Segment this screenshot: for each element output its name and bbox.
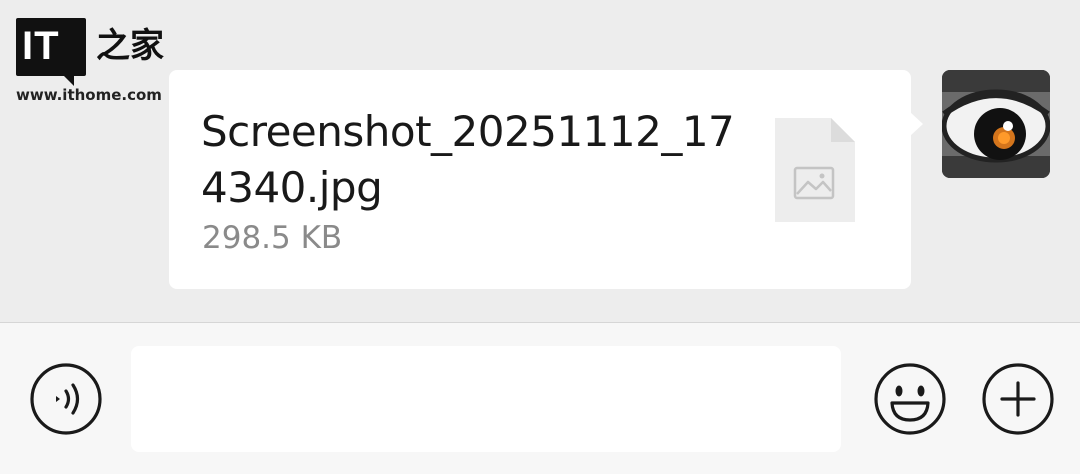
ithome-brand-text: 之家 [96, 26, 164, 66]
file-message-bubble[interactable]: Screenshot_20251112_174340.jpg 298.5 KB [169, 70, 923, 289]
plus-icon [982, 363, 1054, 435]
emoji-icon [874, 363, 946, 435]
ithome-url: www.ithome.com [16, 86, 162, 104]
more-button[interactable] [981, 362, 1055, 436]
ithome-watermark: IT 之家 www.ithome.com [16, 18, 166, 108]
voice-button[interactable] [29, 362, 103, 436]
image-file-icon [775, 118, 855, 222]
sender-avatar[interactable] [942, 70, 1050, 178]
emoji-button[interactable] [873, 362, 947, 436]
ithome-logo: IT [16, 18, 86, 86]
ithome-logo-text: IT [22, 24, 60, 68]
chat-area: IT 之家 www.ithome.com Screenshot_20251112… [0, 0, 1080, 322]
file-name: Screenshot_20251112_174340.jpg [201, 107, 735, 212]
file-size: 298.5 KB [202, 220, 343, 256]
message-input[interactable] [131, 346, 841, 452]
voice-icon [30, 363, 102, 435]
